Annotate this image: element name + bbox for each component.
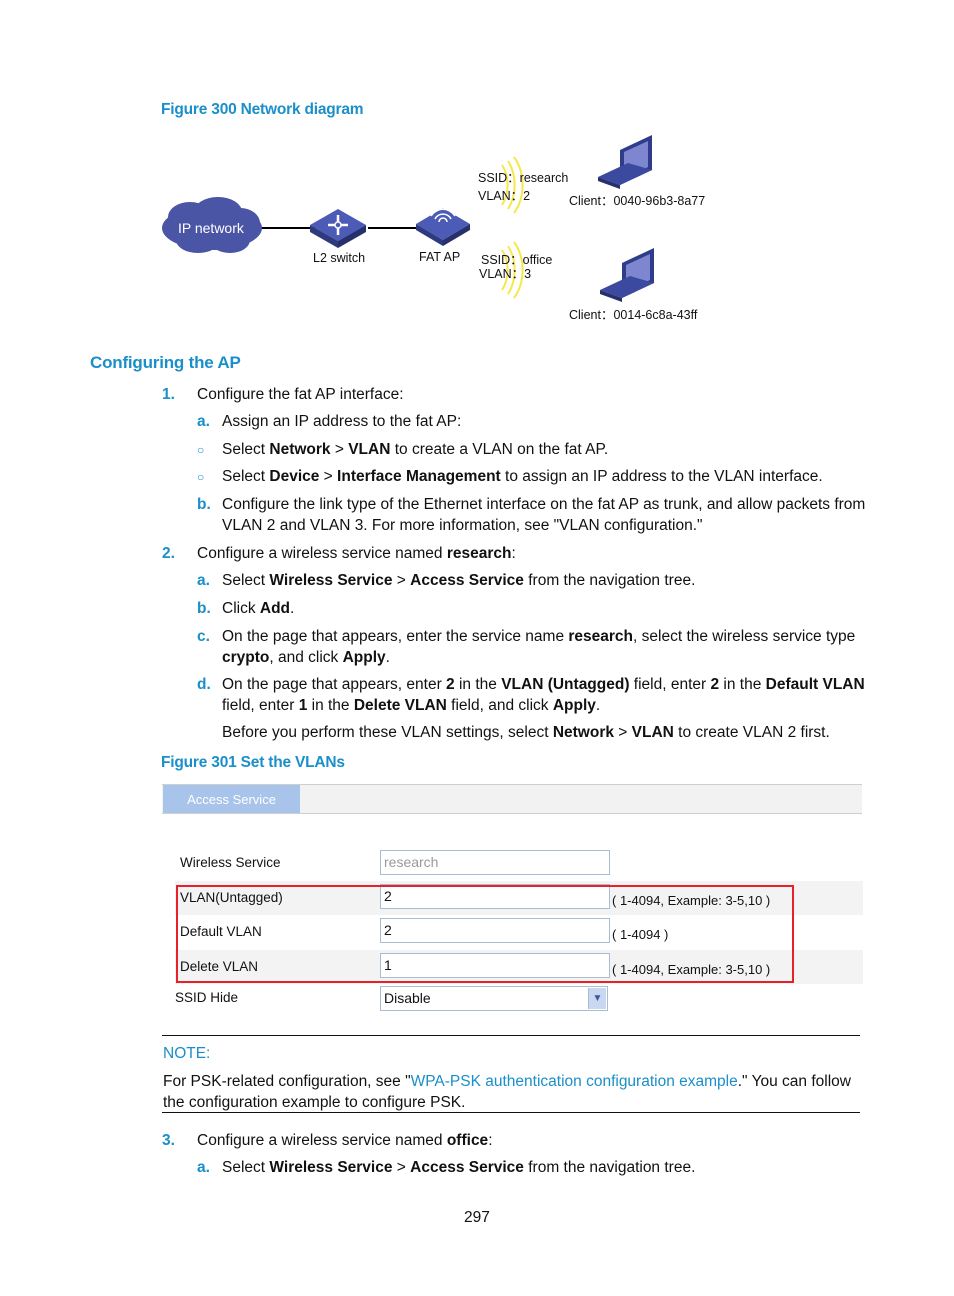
- substep-letter: b.: [197, 496, 211, 513]
- step-number: 3.: [162, 1132, 175, 1149]
- section-title: Configuring the AP: [90, 353, 241, 372]
- l2-switch-label: L2 switch: [313, 251, 366, 265]
- client1-label: Client：0040-96b3-8a77: [569, 194, 706, 208]
- note-divider-bottom: [162, 1112, 860, 1113]
- step-1-text: Configure the fat AP interface:: [197, 386, 404, 403]
- note-text: For PSK-related configuration, see "WPA-…: [163, 1073, 851, 1111]
- form-row-ssid-hide: SSID Hide Disable ▼: [170, 983, 858, 1017]
- figure-301-caption: Figure 301 Set the VLANs: [161, 754, 345, 771]
- step-1b-text: Configure the link type of the Ethernet …: [222, 496, 866, 534]
- substep-letter: b.: [197, 600, 211, 617]
- chevron-down-icon[interactable]: ▼: [588, 988, 606, 1009]
- step-1a-bullet-1: Select Network > VLAN to create a VLAN o…: [222, 441, 609, 458]
- switch-icon: [310, 209, 366, 248]
- substep-letter: c.: [197, 628, 210, 645]
- substep-letter: a.: [197, 413, 210, 430]
- substep-letter: d.: [197, 676, 211, 693]
- ssid-research-label: SSID：research: [478, 171, 569, 185]
- substep-letter: a.: [197, 1159, 210, 1176]
- bullet-icon: ○: [197, 470, 205, 484]
- select-value: Disable: [384, 990, 431, 1006]
- form-row-wireless-service: Wireless Service research: [175, 846, 863, 880]
- note-divider-top: [162, 1035, 860, 1036]
- step-2-text: Configure a wireless service named resea…: [197, 545, 516, 562]
- step-3a-text: Select Wireless Service > Access Service…: [222, 1159, 696, 1176]
- substep-letter: a.: [197, 572, 210, 589]
- step-2d-note: Before you perform these VLAN settings, …: [222, 724, 830, 741]
- laptop-icon: [598, 135, 652, 189]
- fat-ap-label: FAT AP: [419, 250, 461, 264]
- step-2d-text: On the page that appears, enter 2 in the…: [222, 676, 865, 714]
- field-label: SSID Hide: [175, 990, 239, 1005]
- step-number: 2.: [162, 545, 175, 562]
- access-point-icon: [416, 208, 470, 246]
- tab-access-service[interactable]: Access Service: [163, 785, 300, 813]
- vlan3-label: VLAN：3: [479, 267, 532, 281]
- step-3-text: Configure a wireless service named offic…: [197, 1132, 493, 1149]
- bullet-icon: ○: [197, 443, 205, 457]
- figure-300-caption: Figure 300 Network diagram: [161, 101, 364, 118]
- step-1a-bullet-2: Select Device > Interface Management to …: [222, 468, 823, 485]
- wireless-service-input[interactable]: research: [380, 850, 610, 875]
- client2-label: Client：0014-6c8a-43ff: [569, 308, 698, 322]
- step-1a-text: Assign an IP address to the fat AP:: [222, 413, 462, 430]
- laptop-icon: [600, 248, 654, 302]
- note-title: NOTE:: [163, 1045, 211, 1062]
- step-number: 1.: [162, 386, 175, 403]
- wpa-psk-link[interactable]: WPA-PSK authentication configuration exa…: [411, 1073, 738, 1090]
- page-number: 297: [464, 1209, 490, 1226]
- step-2c-text: On the page that appears, enter the serv…: [222, 628, 856, 666]
- step-2a-text: Select Wireless Service > Access Service…: [222, 572, 696, 589]
- highlight-box: [176, 885, 794, 983]
- step-2b-text: Click Add.: [222, 600, 295, 617]
- vlan2-label: VLAN：2: [478, 189, 531, 203]
- ssid-hide-select[interactable]: Disable ▼: [380, 986, 608, 1011]
- tab-bar: Access Service: [162, 784, 862, 814]
- field-label: Wireless Service: [180, 855, 281, 870]
- ip-network-label: IP network: [178, 220, 244, 236]
